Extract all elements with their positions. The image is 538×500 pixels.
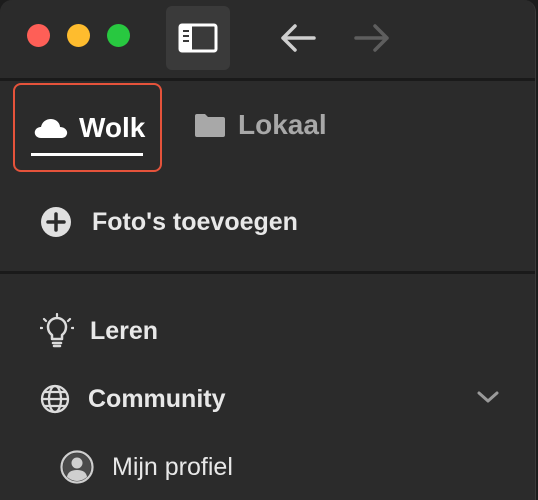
title-bar bbox=[0, 0, 535, 80]
menu-item-learn[interactable]: Leren bbox=[40, 313, 158, 349]
folder-icon bbox=[195, 114, 225, 137]
divider bbox=[0, 271, 535, 274]
tab-selected-indicator bbox=[31, 153, 143, 156]
add-photos-label: Foto's toevoegen bbox=[92, 207, 298, 236]
tab-lokaal[interactable]: Lokaal bbox=[194, 105, 327, 145]
cloud-icon bbox=[34, 118, 68, 138]
menu-item-label: Leren bbox=[90, 316, 159, 345]
back-button[interactable] bbox=[278, 22, 318, 54]
globe-icon bbox=[40, 384, 70, 414]
chevron-down-icon[interactable] bbox=[476, 389, 500, 405]
forward-button[interactable] bbox=[352, 22, 392, 54]
close-window-button[interactable] bbox=[27, 24, 50, 47]
user-circle-icon bbox=[60, 450, 94, 484]
menu-item-label: Mijn profiel bbox=[112, 452, 233, 481]
app-window: Wolk Lokaal Foto's toevoegen Leren Commu… bbox=[0, 0, 536, 500]
arrow-right-icon bbox=[354, 24, 389, 52]
sidebar-icon bbox=[178, 23, 218, 53]
tab-wolk[interactable]: Wolk bbox=[13, 83, 162, 172]
lightbulb-icon bbox=[40, 313, 74, 348]
plus-circle-icon bbox=[41, 207, 71, 237]
add-photos-button[interactable]: Foto's toevoegen bbox=[40, 202, 298, 242]
arrow-left-icon bbox=[281, 24, 316, 52]
minimize-window-button[interactable] bbox=[67, 24, 90, 47]
menu-item-label: Community bbox=[88, 384, 226, 413]
menu-item-community[interactable]: Community bbox=[40, 381, 500, 417]
tab-label: Lokaal bbox=[238, 109, 327, 140]
divider bbox=[0, 78, 535, 81]
sidebar-toggle-button[interactable] bbox=[166, 6, 230, 70]
zoom-window-button[interactable] bbox=[107, 24, 130, 47]
tab-label: Wolk bbox=[79, 111, 146, 143]
menu-item-profile[interactable]: Mijn profiel bbox=[60, 449, 233, 485]
